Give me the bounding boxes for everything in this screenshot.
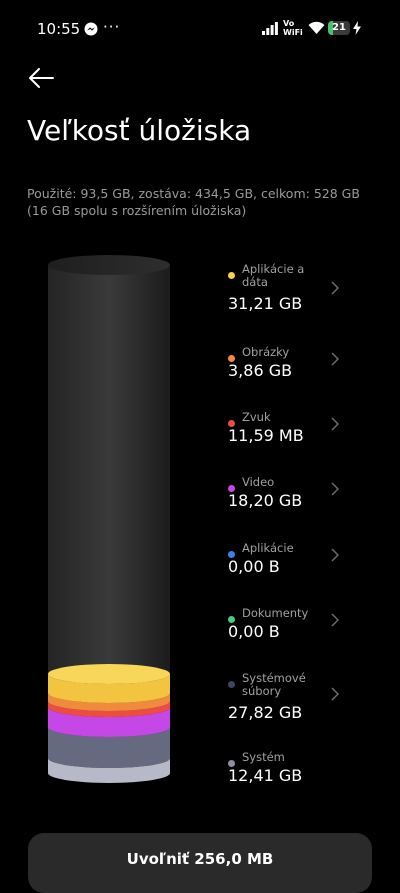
category-size: 3,86 GB	[228, 361, 293, 380]
category-dot	[228, 681, 235, 688]
chevron-right-icon	[331, 687, 339, 701]
chevron-right-icon	[331, 352, 339, 366]
category-item-apps-data[interactable]: Aplikácie a dáta 31,21 GB	[228, 260, 358, 316]
arrow-left-icon[interactable]	[27, 66, 55, 90]
category-label: Systémové súbory	[242, 671, 306, 698]
category-label: Dokumenty	[242, 606, 309, 620]
messenger-icon	[84, 22, 98, 36]
page-title: Veľkosť úložiska	[27, 114, 252, 147]
category-label: Video	[242, 475, 275, 489]
storage-cylinder-chart	[48, 255, 170, 783]
category-label: Aplikácie	[242, 541, 294, 555]
wifi-icon	[308, 21, 325, 34]
free-up-space-label: Uvoľniť 256,0 MB	[126, 850, 274, 868]
category-label: Systém	[242, 750, 285, 764]
category-dot	[228, 272, 235, 279]
category-item-applications[interactable]: Aplikácie 0,00 B	[228, 539, 358, 595]
more-notifications-icon: ···	[103, 18, 121, 36]
battery-indicator: 21	[328, 21, 350, 35]
free-up-space-button[interactable]: Uvoľniť 256,0 MB	[28, 833, 372, 893]
category-size: 31,21 GB	[228, 294, 303, 313]
category-label: Obrázky	[242, 345, 290, 359]
category-item-video[interactable]: Video 18,20 GB	[228, 473, 358, 529]
cylinder-top	[48, 255, 170, 275]
status-time: 10:55	[37, 20, 81, 38]
category-item-system-files[interactable]: Systémové súbory 27,82 GB	[228, 669, 358, 725]
bolt-icon	[353, 21, 361, 35]
status-bar: 10:55 ··· Vo WiFi 21	[0, 0, 400, 60]
chevron-right-icon	[331, 417, 339, 431]
category-size: 11,59 MB	[228, 426, 304, 445]
category-label: Zvuk	[242, 410, 271, 424]
category-size: 27,82 GB	[228, 703, 303, 722]
category-item-system: Systém 12,41 GB	[228, 748, 358, 804]
category-item-audio[interactable]: Zvuk 11,59 MB	[228, 408, 358, 464]
signal-icon	[262, 22, 278, 35]
vowifi-indicator: Vo WiFi	[283, 19, 303, 37]
chevron-right-icon	[331, 482, 339, 496]
segment-top	[48, 664, 170, 684]
chevron-right-icon	[331, 613, 339, 627]
chevron-right-icon	[331, 281, 339, 295]
category-label: Aplikácie a dáta	[242, 262, 305, 289]
category-size: 12,41 GB	[228, 766, 303, 785]
chevron-right-icon	[331, 548, 339, 562]
category-size: 18,20 GB	[228, 491, 303, 510]
storage-summary: Použité: 93,5 GB, zostáva: 434,5 GB, cel…	[27, 186, 360, 218]
category-item-documents[interactable]: Dokumenty 0,00 B	[228, 604, 358, 660]
category-size: 0,00 B	[228, 557, 280, 576]
cylinder-segments	[48, 664, 170, 783]
category-item-images[interactable]: Obrázky 3,86 GB	[228, 343, 358, 399]
category-size: 0,00 B	[228, 622, 280, 641]
